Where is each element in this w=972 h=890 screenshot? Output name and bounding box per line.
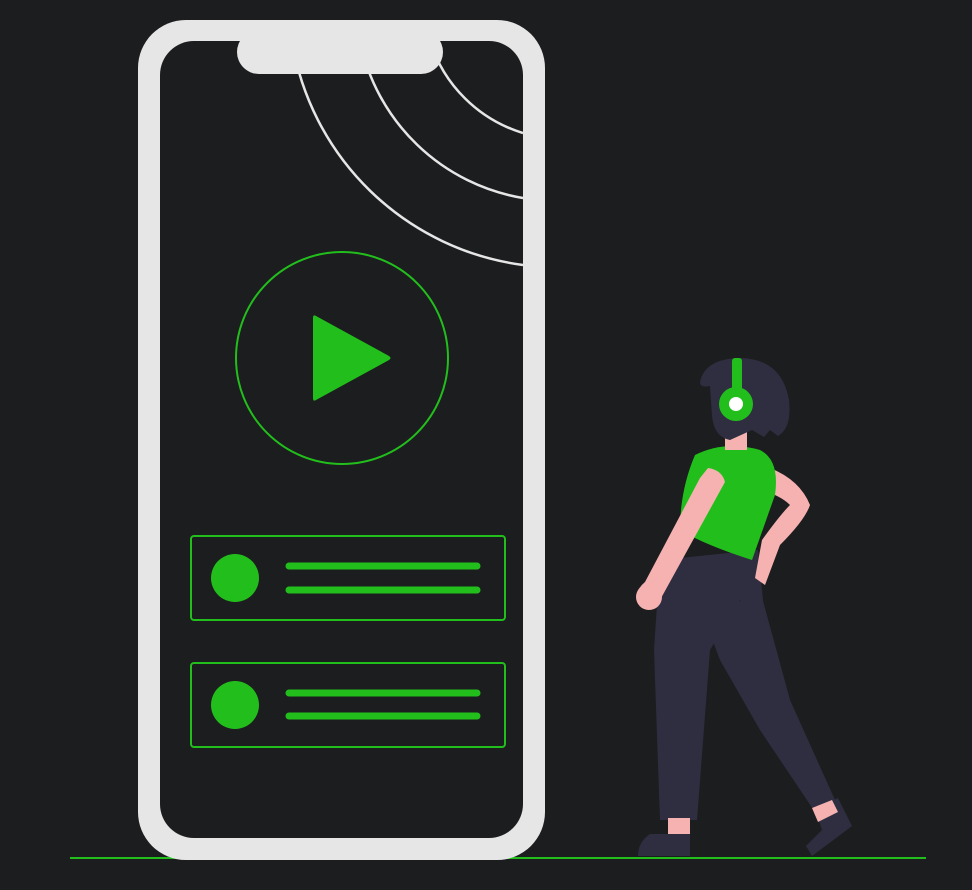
person-ankle-front [668, 818, 690, 836]
phone [138, 20, 545, 860]
person-listening [636, 358, 852, 856]
music-app-illustration [70, 20, 926, 860]
list-item-thumbnail [211, 554, 259, 602]
person-shoe-front [638, 834, 690, 856]
phone-notch [237, 30, 443, 74]
person-hand-front [636, 584, 662, 610]
headphones-earcup-dot [729, 397, 743, 411]
list-item-thumbnail [211, 681, 259, 729]
